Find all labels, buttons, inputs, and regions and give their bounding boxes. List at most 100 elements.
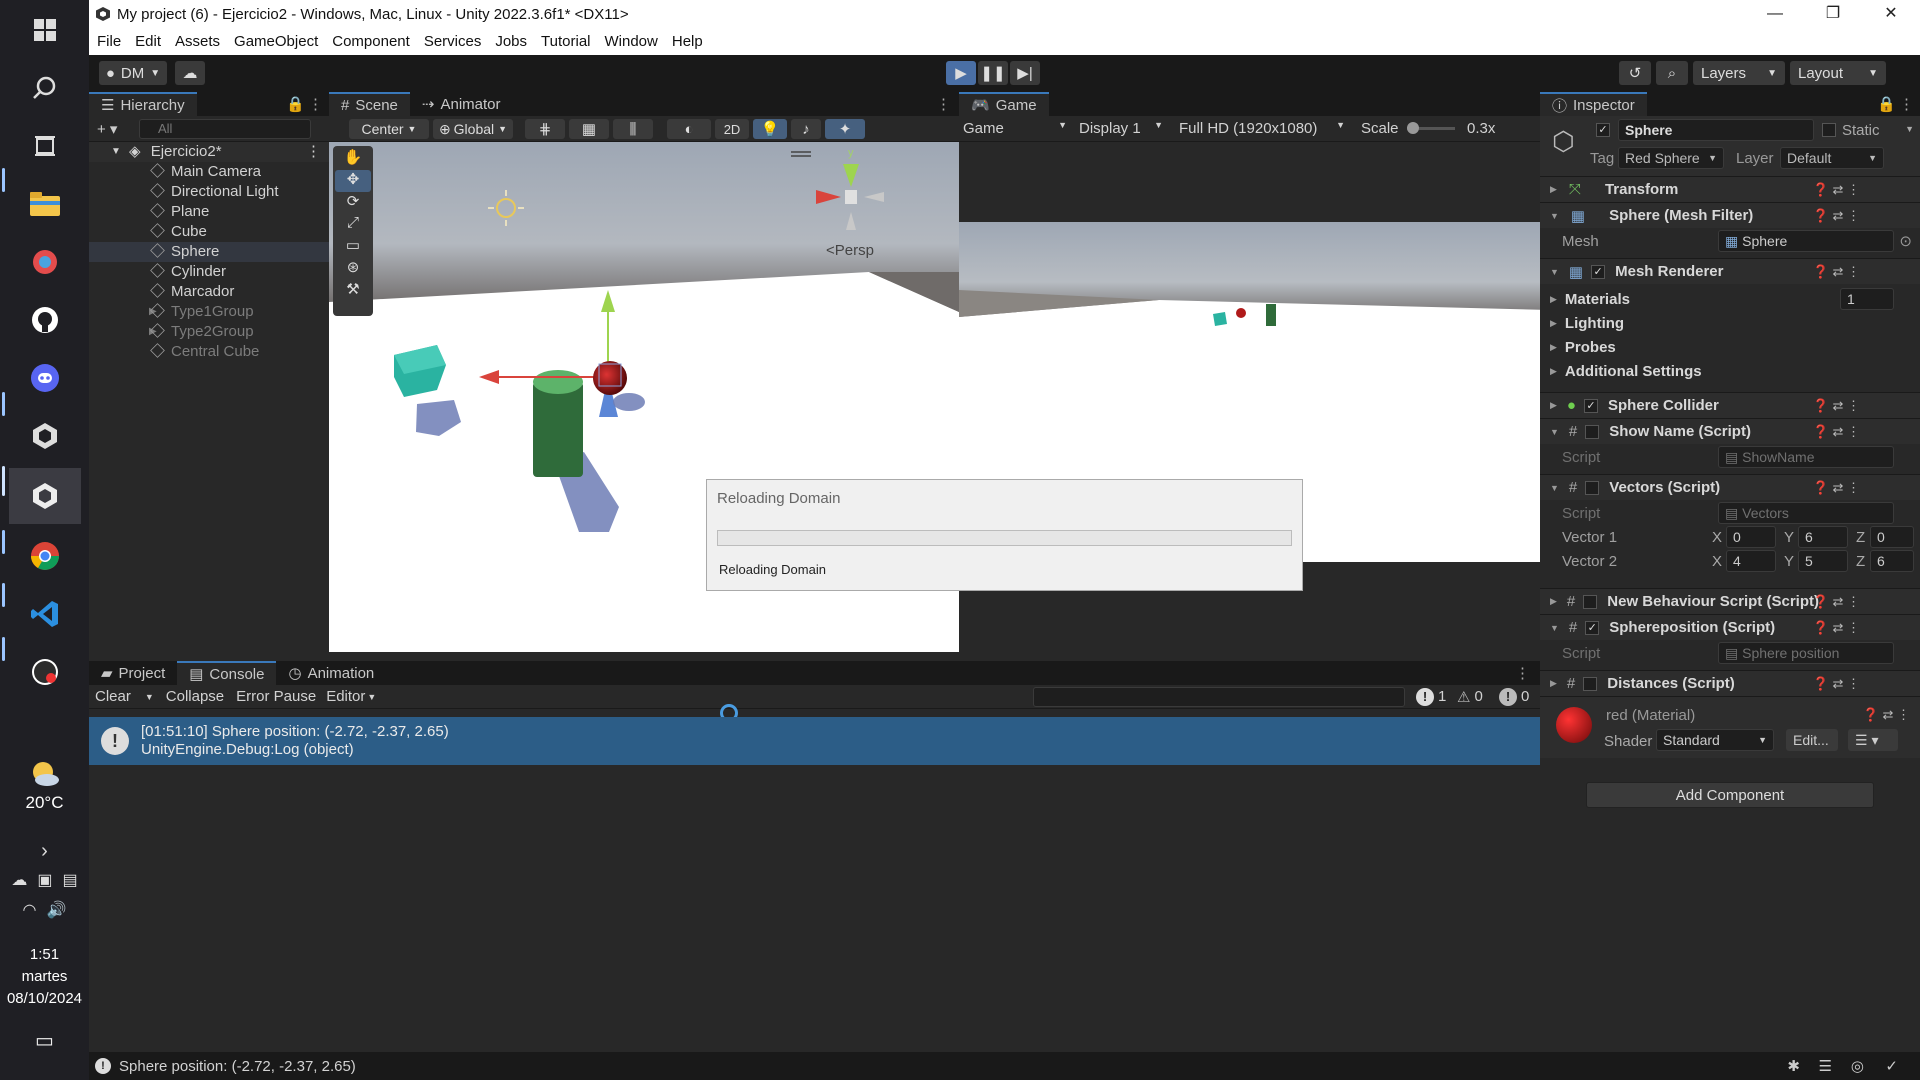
mesh-field[interactable]: ▦ Sphere xyxy=(1718,230,1894,252)
menu-edit[interactable]: Edit xyxy=(135,33,161,50)
menu-services[interactable]: Services xyxy=(424,33,482,50)
notifications-icon[interactable]: ▭ xyxy=(0,1028,89,1053)
status-message[interactable]: Sphere position: (-2.72, -2.37, 2.65) xyxy=(119,1058,356,1075)
move-tool-icon[interactable]: ✥ xyxy=(335,170,371,192)
perspective-label[interactable]: <Persp xyxy=(826,242,874,259)
collapse-toggle[interactable]: Collapse xyxy=(166,688,224,705)
chevron-down-icon[interactable]: ▼ xyxy=(1905,124,1914,134)
hierarchy-item[interactable]: Cylinder xyxy=(89,262,329,282)
expand-arrow-icon[interactable]: ▼ xyxy=(1550,427,1559,437)
help-icon[interactable]: ❓ ⇄ ⋮ xyxy=(1813,398,1860,414)
expand-arrow-icon[interactable]: ▶ xyxy=(1550,184,1557,195)
more-options-icon[interactable]: ⋮ xyxy=(308,95,323,113)
component-enabled-checkbox[interactable]: ✓ xyxy=(1585,620,1600,635)
wifi-icon[interactable]: ◠ xyxy=(23,900,37,920)
tab-scene[interactable]: # Scene xyxy=(329,92,410,116)
component-mesh-filter[interactable]: ▼ ▦ Sphere (Mesh Filter) ❓ ⇄ ⋮ xyxy=(1540,202,1920,228)
component-enabled-checkbox[interactable] xyxy=(1585,424,1600,439)
file-explorer-icon[interactable] xyxy=(17,178,73,230)
status-check-icon[interactable]: ✓ xyxy=(1885,1057,1898,1075)
component-sphere-collider[interactable]: ▶ ● ✓ Sphere Collider ❓ ⇄ ⋮ xyxy=(1540,392,1920,418)
lock-icon[interactable]: 🔒 xyxy=(1877,95,1896,113)
materials-count-field[interactable]: 1 xyxy=(1840,288,1894,310)
component-enabled-checkbox[interactable] xyxy=(1583,594,1598,609)
hierarchy-item[interactable]: Cube xyxy=(89,222,329,242)
volume-icon[interactable]: 🔊 xyxy=(47,900,67,920)
hierarchy-item-selected[interactable]: Sphere xyxy=(89,242,329,262)
expand-arrow-icon[interactable]: ▼ xyxy=(111,142,121,162)
close-button[interactable]: ✕ xyxy=(1862,0,1920,28)
layers-dropdown[interactable]: Layers ▼ xyxy=(1693,61,1785,85)
2d-toggle[interactable]: 2D xyxy=(715,119,749,139)
materials-foldout[interactable]: ▶ Materials 1 xyxy=(1540,286,1920,312)
weather-widget[interactable]: 20°C xyxy=(0,760,89,813)
minimize-button[interactable]: — xyxy=(1746,0,1804,28)
menu-jobs[interactable]: Jobs xyxy=(495,33,527,50)
hierarchy-item[interactable]: Plane xyxy=(89,202,329,222)
github-icon[interactable] xyxy=(17,294,73,346)
tag-dropdown[interactable]: Red Sphere ▼ xyxy=(1618,147,1724,169)
help-icon[interactable]: ❓ ⇄ ⋮ xyxy=(1813,480,1860,496)
object-name-field[interactable]: Sphere xyxy=(1618,119,1814,141)
increment-snap-button[interactable]: ⫼ xyxy=(613,119,653,139)
help-icon[interactable]: ❓ ⇄ ⋮ xyxy=(1863,707,1910,723)
scale-tool-icon[interactable]: ⤢ xyxy=(335,214,371,236)
rect-tool-icon[interactable]: ▭ xyxy=(335,236,371,258)
component-transform[interactable]: ▶ ⤧ Transform ❓ ⇄ ⋮ xyxy=(1540,176,1920,202)
app-icon[interactable] xyxy=(17,236,73,288)
more-options-icon[interactable]: ⋮ xyxy=(936,95,951,113)
hierarchy-search-input[interactable]: All xyxy=(139,119,311,139)
history-button[interactable]: ↺ xyxy=(1619,61,1651,85)
expand-arrow-icon[interactable]: ▶ xyxy=(1550,366,1557,377)
expand-arrow-icon[interactable]: ▶ xyxy=(1550,678,1557,689)
more-options-icon[interactable]: ⋮ xyxy=(306,142,321,162)
menu-component[interactable]: Component xyxy=(332,33,410,50)
shader-options-button[interactable]: ☰ ▾ xyxy=(1848,729,1898,751)
vector2-x-field[interactable]: 4 xyxy=(1726,550,1776,572)
tab-game[interactable]: 🎮 Game xyxy=(959,92,1049,116)
console-search-input[interactable] xyxy=(1033,687,1405,707)
custom-tool-icon[interactable]: ⚒ xyxy=(335,280,371,302)
layer-dropdown[interactable]: Default ▼ xyxy=(1780,147,1884,169)
help-icon[interactable]: ❓ ⇄ ⋮ xyxy=(1813,208,1860,224)
unity-hub-icon[interactable] xyxy=(17,410,73,462)
lock-icon[interactable]: 🔒 xyxy=(286,95,305,113)
clock[interactable]: 1:51 martes 08/10/2024 xyxy=(0,944,89,1010)
display-dropdown[interactable]: Display 1 ▼ xyxy=(1079,120,1163,137)
stack-icon[interactable]: ☰ xyxy=(1819,1057,1832,1075)
menu-help[interactable]: Help xyxy=(672,33,703,50)
component-enabled-checkbox[interactable] xyxy=(1583,676,1598,691)
unity-editor-icon[interactable] xyxy=(8,468,81,524)
pause-button[interactable]: ❚❚ xyxy=(978,61,1008,85)
lighting-foldout[interactable]: ▶ Lighting xyxy=(1540,310,1920,336)
error-pause-toggle[interactable]: Error Pause xyxy=(236,688,316,705)
expand-arrow-icon[interactable]: ▶ xyxy=(1550,342,1557,353)
help-icon[interactable]: ❓ ⇄ ⋮ xyxy=(1813,424,1860,440)
expand-arrow-icon[interactable]: ▼ xyxy=(1550,623,1559,633)
lighting-toggle[interactable]: 💡 xyxy=(753,119,787,139)
windows-start-icon[interactable] xyxy=(17,4,73,56)
hierarchy-item[interactable]: Main Camera xyxy=(89,162,329,182)
hierarchy-item[interactable]: Marcador xyxy=(89,282,329,302)
component-enabled-checkbox[interactable]: ✓ xyxy=(1583,398,1598,413)
snap-button[interactable]: ⋕ xyxy=(525,119,565,139)
search-icon[interactable] xyxy=(17,62,73,114)
object-picker-icon[interactable]: ⊙ xyxy=(1899,232,1912,250)
resolution-dropdown[interactable]: Full HD (1920x1080) ▼ xyxy=(1179,120,1345,137)
menu-tutorial[interactable]: Tutorial xyxy=(541,33,590,50)
cloud-sync-icon[interactable]: ☁ xyxy=(11,870,27,890)
console-log-entry[interactable]: ! [01:51:10] Sphere position: (-2.72, -2… xyxy=(89,717,1540,765)
menu-window[interactable]: Window xyxy=(605,33,658,50)
error-count-toggle[interactable]: ! 0 xyxy=(1499,687,1529,706)
search-button[interactable]: ⌕ xyxy=(1656,61,1688,85)
expand-arrow-icon[interactable]: ▼ xyxy=(1550,267,1559,277)
help-icon[interactable]: ❓ ⇄ ⋮ xyxy=(1813,182,1860,198)
expand-arrow-icon[interactable]: ▶ xyxy=(1550,400,1557,411)
editor-dropdown[interactable]: Editor xyxy=(326,688,365,705)
chrome-icon[interactable] xyxy=(17,530,73,582)
tab-console[interactable]: ▤ Console xyxy=(177,661,277,685)
step-button[interactable]: ▶| xyxy=(1010,61,1040,85)
more-options-icon[interactable]: ⋮ xyxy=(1899,95,1914,113)
add-object-icon[interactable]: + ▾ xyxy=(97,120,117,138)
tab-project[interactable]: ▰ Project xyxy=(89,661,177,685)
